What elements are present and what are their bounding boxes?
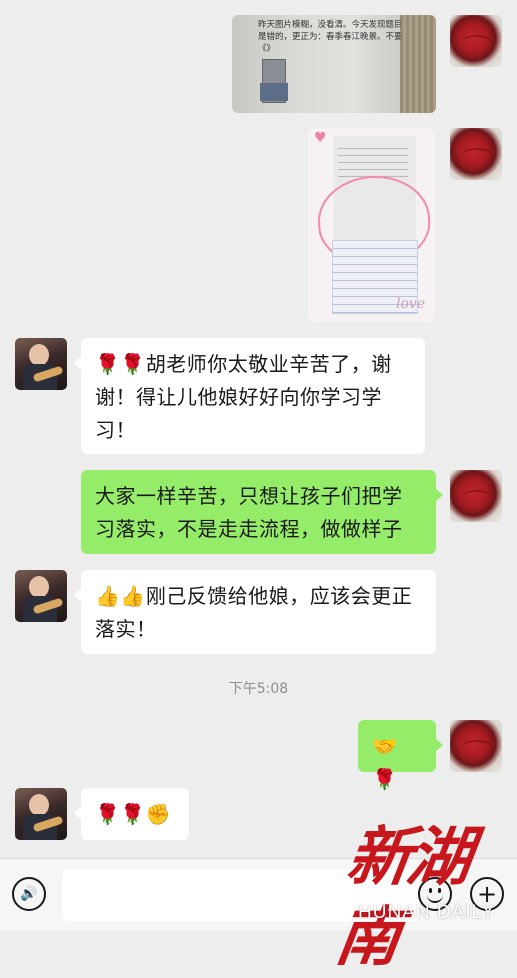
received-message-bubble[interactable]: 🌹🌹胡老师你太敬业辛苦了，谢谢！得让儿他娘好好向你学习学习！	[74, 338, 425, 454]
received-message-bubble[interactable]: 🌹🌹✊	[74, 788, 189, 840]
self-avatar[interactable]	[450, 15, 502, 67]
image-signature: love	[396, 296, 426, 312]
voice-icon[interactable]: 🔊	[12, 877, 46, 911]
self-avatar[interactable]	[450, 470, 502, 522]
message-timestamp: 下午5:08	[228, 681, 289, 697]
sent-message-bubble[interactable]: 🤝🌹	[358, 720, 443, 791]
image-caption-text: 昨天图片模糊，没看清。今天发现题目是错的，更正为：春季春江晚景。不要《》	[258, 19, 403, 53]
emoji-icon[interactable]	[418, 877, 452, 911]
heart-icon: ♥	[314, 130, 327, 146]
rose-emoji: 🌹🌹	[95, 352, 146, 376]
image-background	[400, 15, 436, 113]
chat-input-bar: 🔊 +	[0, 858, 517, 931]
plus-icon[interactable]: +	[470, 877, 504, 911]
contact-avatar[interactable]	[15, 788, 67, 840]
chat-image-message[interactable]: 昨天图片模糊，没看清。今天发现题目是错的，更正为：春季春江晚景。不要《》	[232, 15, 436, 113]
chat-image-message[interactable]: ♥ love	[308, 128, 435, 322]
handshake-rose-emoji: 🤝🌹	[372, 734, 398, 791]
sent-message-bubble[interactable]: 大家一样辛苦，只想让孩子们把学习落实，不是走走流程，做做样子	[81, 470, 443, 554]
thumbs-up-emoji: 👍👍	[95, 584, 146, 608]
contact-avatar[interactable]	[15, 338, 67, 390]
contact-avatar[interactable]	[15, 570, 67, 622]
image-thumbnail	[260, 83, 288, 101]
self-avatar[interactable]	[450, 720, 502, 772]
message-input[interactable]	[62, 869, 420, 921]
rose-fist-emoji: 🌹🌹✊	[95, 802, 172, 826]
self-avatar[interactable]	[450, 128, 502, 180]
message-text: 大家一样辛苦，只想让孩子们把学习落实，不是走走流程，做做样子	[95, 484, 403, 541]
received-message-bubble[interactable]: 👍👍刚己反馈给他娘，应该会更正落实！	[74, 570, 436, 654]
